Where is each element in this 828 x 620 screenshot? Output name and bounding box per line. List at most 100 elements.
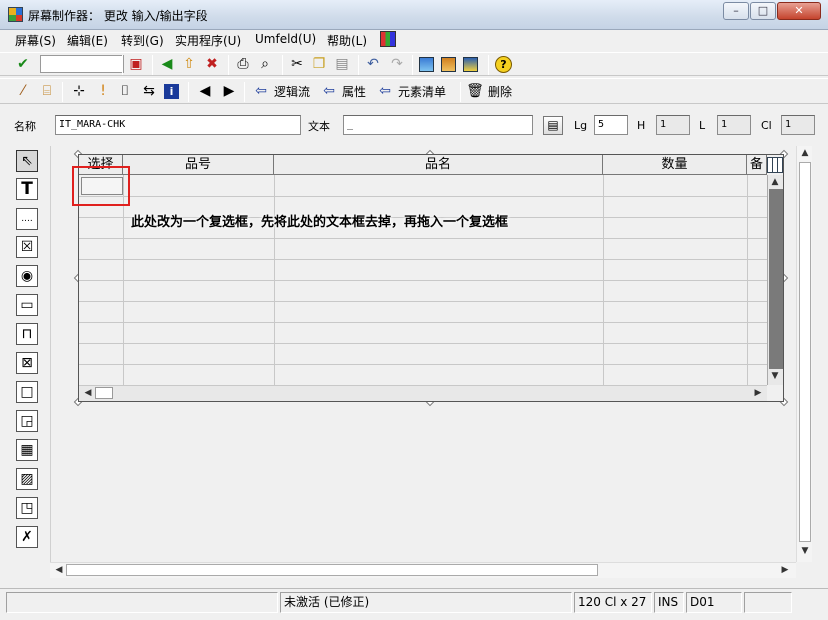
toolbar-separator bbox=[188, 82, 189, 102]
column-header-material-name[interactable]: 品名 bbox=[274, 155, 603, 175]
dictionary-icon[interactable]: ⌸ bbox=[38, 82, 56, 100]
subscreen-tool-icon[interactable]: ◲ bbox=[16, 410, 38, 432]
scroll-right-icon[interactable]: ▶ bbox=[778, 565, 792, 575]
table-horizontal-scrollbar[interactable]: ◀ ▶ bbox=[79, 385, 767, 401]
toolbar-separator bbox=[358, 55, 359, 75]
scroll-left-icon[interactable]: ◀ bbox=[52, 565, 66, 575]
column-header-material-number[interactable]: 品号 bbox=[123, 155, 274, 175]
scroll-thumb[interactable] bbox=[799, 162, 811, 542]
table-column-line bbox=[747, 175, 748, 385]
text-field[interactable]: _ bbox=[343, 115, 533, 135]
tabstrip-tool-icon[interactable]: ⊓ bbox=[16, 323, 38, 345]
menu-screen[interactable]: 屏幕(S) bbox=[15, 32, 56, 49]
delete-button[interactable]: 删除 bbox=[488, 83, 512, 100]
scroll-down-icon[interactable]: ▼ bbox=[798, 546, 812, 556]
table-settings-icon[interactable] bbox=[767, 157, 783, 173]
scroll-left-icon[interactable]: ◀ bbox=[81, 388, 95, 398]
column-header-quantity[interactable]: 数量 bbox=[603, 155, 747, 175]
back-icon[interactable]: ◀ bbox=[158, 55, 176, 73]
scroll-up-icon[interactable]: ▲ bbox=[798, 148, 812, 158]
minimize-button[interactable]: – bbox=[723, 2, 749, 20]
scroll-right-icon[interactable]: ▶ bbox=[751, 388, 765, 398]
custom-control-tool-icon[interactable]: ◳ bbox=[16, 497, 38, 519]
pin-icon[interactable]: ! bbox=[94, 82, 112, 100]
canvas-vertical-scrollbar[interactable]: ▲ ▼ bbox=[796, 146, 812, 562]
menu-utilities[interactable]: 实用程序(U) bbox=[175, 32, 241, 49]
status-message: 未激活 (已修正) bbox=[280, 592, 572, 613]
scroll-down-icon[interactable]: ▼ bbox=[768, 371, 782, 381]
copy-icon[interactable]: ❐ bbox=[310, 55, 328, 73]
layout-icon[interactable] bbox=[463, 57, 478, 72]
paste-icon[interactable]: ▤ bbox=[333, 55, 351, 73]
tabstrip-wizard-tool-icon[interactable]: ⊠ bbox=[16, 352, 38, 374]
toolbar-separator bbox=[62, 82, 63, 102]
input-field-tool-icon[interactable]: .... bbox=[16, 208, 38, 230]
scroll-thumb[interactable] bbox=[95, 387, 113, 399]
scroll-thumb[interactable] bbox=[66, 564, 598, 576]
trash-icon: 🗑 bbox=[466, 83, 484, 99]
length-field[interactable]: 5 bbox=[594, 115, 628, 135]
cancel-icon[interactable]: ✖ bbox=[203, 55, 221, 73]
column-header-remark[interactable]: 备 bbox=[747, 155, 767, 175]
attributes-button[interactable]: 属性 bbox=[342, 83, 366, 100]
canvas-horizontal-scrollbar[interactable]: ◀ ▶ bbox=[50, 562, 796, 578]
redo-icon[interactable]: ↷ bbox=[388, 55, 406, 73]
line-label: L bbox=[699, 119, 706, 132]
previous-icon[interactable]: ◀ bbox=[196, 82, 214, 100]
menu-edit[interactable]: 编辑(E) bbox=[67, 32, 108, 49]
magic-wand-icon[interactable]: ⁄ bbox=[14, 82, 32, 100]
status-empty-section bbox=[6, 592, 278, 613]
standard-toolbar: ✔ ▣ ◀ ⇧ ✖ ⎙ ⌕ ✂ ❐ ▤ ↶ ↷ ? bbox=[0, 52, 828, 76]
table-wizard-tool-icon[interactable]: ▨ bbox=[16, 468, 38, 490]
status-mode: INS bbox=[654, 592, 684, 613]
maximize-button[interactable]: □ bbox=[750, 2, 776, 20]
status-size: 120 Cl x 27 L bbox=[574, 592, 652, 613]
table-row-line bbox=[79, 343, 767, 344]
help-icon[interactable]: ? bbox=[495, 56, 512, 73]
radio-button-tool-icon[interactable]: ◉ bbox=[16, 265, 38, 287]
info-icon[interactable]: i bbox=[164, 84, 179, 99]
pointer-tool-icon[interactable]: ⇖ bbox=[16, 150, 38, 172]
box-tool-icon[interactable]: □ bbox=[16, 381, 38, 403]
application-toolbar: ⁄ ⌸ ⊹ ! ⌷ ⇆ i ◀ ▶ ⇦ 逻辑流 ⇦ 属性 ⇦ 元素清单 🗑 删除 bbox=[0, 78, 828, 104]
find-icon[interactable]: ⌕ bbox=[256, 55, 274, 73]
command-field[interactable] bbox=[40, 55, 124, 73]
layout-icon[interactable] bbox=[419, 57, 434, 72]
hierarchy-icon[interactable]: ⊹ bbox=[70, 82, 88, 100]
status-icon-tool-icon[interactable]: ✗ bbox=[16, 526, 38, 548]
menu-environment[interactable]: Umfeld(U) bbox=[255, 32, 316, 46]
cut-icon[interactable]: ✂ bbox=[288, 55, 306, 73]
table-control-tool-icon[interactable]: ▦ bbox=[16, 439, 38, 461]
menu-goto[interactable]: 转到(G) bbox=[121, 32, 164, 49]
screen-icon[interactable]: ⌷ bbox=[116, 82, 134, 100]
undo-icon[interactable]: ↶ bbox=[364, 55, 382, 73]
line-field: 1 bbox=[717, 115, 751, 135]
dictionary-text-icon[interactable]: ▤ bbox=[543, 116, 563, 135]
toolbar-separator bbox=[152, 55, 153, 75]
field-attributes-row: 名称 IT_MARA-CHK 文本 _ ▤ Lg 5 H 1 L 1 Cl 1 bbox=[0, 112, 828, 140]
text-tool-icon[interactable]: T bbox=[16, 178, 38, 200]
print-icon[interactable]: ⎙ bbox=[234, 55, 252, 73]
table-vertical-scrollbar[interactable]: ▲ ▼ bbox=[767, 175, 783, 385]
exit-icon[interactable]: ⇧ bbox=[180, 55, 198, 73]
scroll-thumb[interactable] bbox=[769, 189, 783, 369]
pushbutton-tool-icon[interactable]: ▭ bbox=[16, 294, 38, 316]
flow-logic-button[interactable]: 逻辑流 bbox=[274, 83, 310, 100]
menu-help[interactable]: 帮助(L) bbox=[327, 32, 367, 49]
table-row-line bbox=[79, 238, 767, 239]
height-label: H bbox=[637, 119, 646, 132]
name-field[interactable]: IT_MARA-CHK bbox=[55, 115, 301, 135]
close-button[interactable]: ✕ bbox=[777, 2, 821, 20]
layout-icon[interactable] bbox=[441, 57, 456, 72]
element-palette: ⇖ T .... ☒ ◉ ▭ ⊓ ⊠ □ ◲ ▦ ▨ ◳ ✗ bbox=[10, 146, 44, 556]
scroll-up-icon[interactable]: ▲ bbox=[768, 177, 782, 187]
element-list-button[interactable]: 元素清单 bbox=[398, 83, 446, 100]
save-icon[interactable]: ▣ bbox=[127, 55, 145, 73]
table-control[interactable]: 选择 品号 品名 数量 备 ▲ ▼ ◀ ▶ bbox=[78, 154, 784, 402]
enter-icon[interactable]: ✔ bbox=[14, 55, 32, 73]
navigate-icon[interactable]: ⇆ bbox=[140, 82, 158, 100]
name-label: 名称 bbox=[14, 120, 36, 133]
next-icon[interactable]: ▶ bbox=[220, 82, 238, 100]
layout-menu-icon[interactable] bbox=[380, 31, 396, 47]
checkbox-tool-icon[interactable]: ☒ bbox=[16, 236, 38, 258]
